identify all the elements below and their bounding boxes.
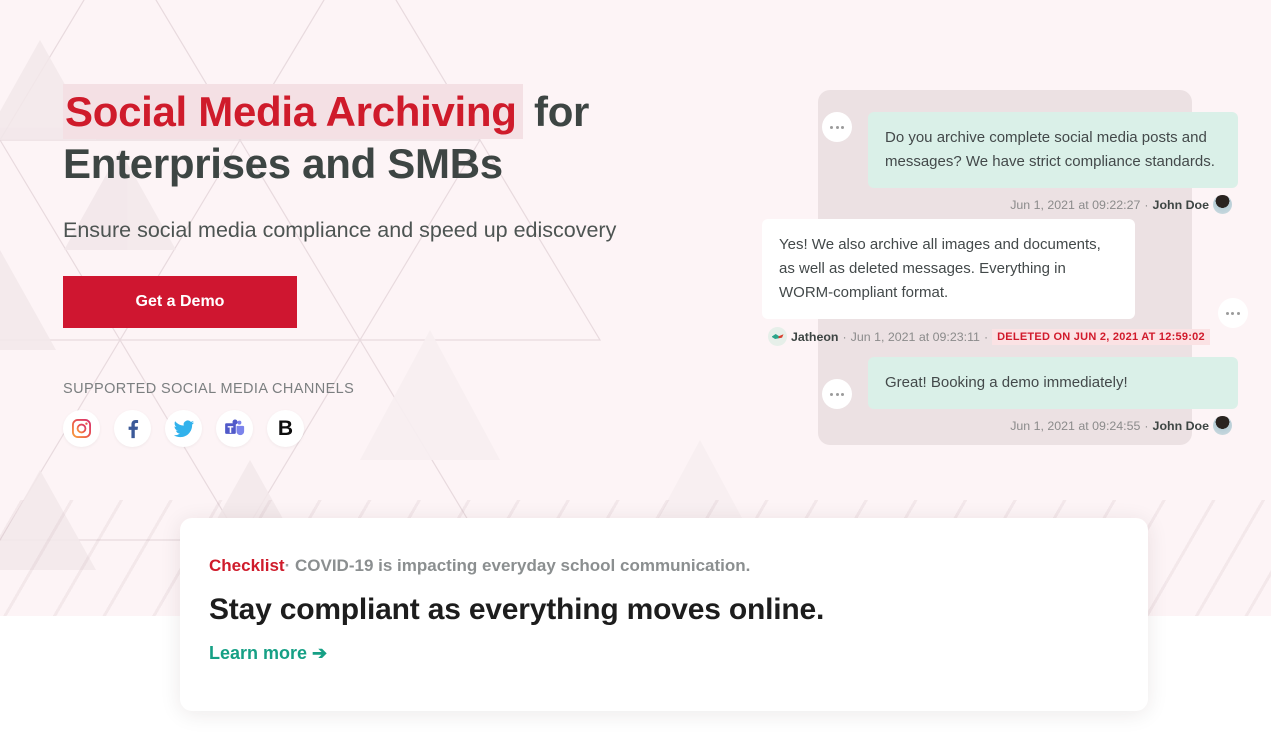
message-timestamp: Jun 1, 2021 at 09:22:27 <box>1010 197 1141 212</box>
message-timestamp: Jun 1, 2021 at 09:23:11 <box>850 329 980 344</box>
bloomberg-glyph: B <box>277 417 294 440</box>
promo-kicker-tag: Checklist <box>209 556 285 575</box>
microsoft-teams-icon[interactable] <box>216 410 253 447</box>
supported-channels-list: B <box>63 410 743 447</box>
promo-kicker-separator: · <box>284 556 291 575</box>
message-meta: Jatheon · Jun 1, 2021 at 09:23:11 · DELE… <box>768 327 1210 346</box>
learn-more-link[interactable]: Learn more ➔ <box>209 643 327 664</box>
meta-separator: · <box>983 329 989 344</box>
message-bubble: Great! Booking a demo immediately! <box>868 357 1238 409</box>
instagram-glyph <box>72 419 91 438</box>
hero-subheadline: Ensure social media compliance and speed… <box>63 218 617 242</box>
message-meta: Jun 1, 2021 at 09:22:27 · John Doe <box>868 195 1232 214</box>
message-options-icon[interactable] <box>822 379 852 409</box>
chat-message-row: Do you archive complete social media pos… <box>822 112 1238 214</box>
facebook-icon[interactable] <box>114 410 151 447</box>
hero-left-column: Social Media Archiving for Enterprises a… <box>63 84 743 447</box>
instagram-icon[interactable] <box>63 410 100 447</box>
chat-message-row: Yes! We also archive all images and docu… <box>762 219 1248 346</box>
supported-channels-label: SUPPORTED SOCIAL MEDIA CHANNELS <box>63 381 355 397</box>
message-timestamp: Jun 1, 2021 at 09:24:55 <box>1010 418 1141 433</box>
avatar <box>1213 416 1232 435</box>
message-bubble: Yes! We also archive all images and docu… <box>762 219 1135 319</box>
page-root: Social Media Archiving for Enterprises a… <box>0 0 1271 732</box>
message-bubble: Do you archive complete social media pos… <box>868 112 1238 188</box>
message-author: John Doe <box>1152 197 1209 212</box>
twitter-icon[interactable] <box>165 410 202 447</box>
jatheon-logo-avatar <box>768 327 787 346</box>
chat-message-list: Do you archive complete social media pos… <box>762 90 1258 445</box>
promo-kicker-text: COVID-19 is impacting everyday school co… <box>295 556 751 575</box>
chat-message-row: Great! Booking a demo immediately! Jun 1… <box>822 357 1238 435</box>
message-author: John Doe <box>1152 418 1209 433</box>
meta-separator: · <box>1144 197 1149 212</box>
message-author: Jatheon <box>791 329 839 344</box>
page-title: Social Media Archiving for Enterprises a… <box>63 84 743 190</box>
meta-separator: · <box>1144 418 1149 433</box>
teams-glyph <box>225 419 245 436</box>
message-options-icon[interactable] <box>1217 298 1248 328</box>
message-meta: Jun 1, 2021 at 09:24:55 · John Doe <box>868 416 1232 435</box>
bloomberg-icon[interactable]: B <box>267 410 304 447</box>
deleted-status-badge: DELETED ON JUN 2, 2021 AT 12:59:02 <box>992 328 1210 345</box>
headline-highlight: Social Media Archiving <box>63 84 523 139</box>
get-a-demo-button[interactable]: Get a Demo <box>63 276 297 328</box>
promo-card: Checklist· COVID-19 is impacting everyda… <box>180 518 1148 711</box>
twitter-bird-glyph <box>173 419 194 437</box>
meta-separator: · <box>842 329 847 344</box>
facebook-glyph <box>128 419 139 439</box>
message-options-icon[interactable] <box>822 112 852 142</box>
avatar <box>1213 195 1232 214</box>
promo-kicker: Checklist· COVID-19 is impacting everyda… <box>209 554 1118 578</box>
promo-title: Stay compliant as everything moves onlin… <box>209 593 825 626</box>
